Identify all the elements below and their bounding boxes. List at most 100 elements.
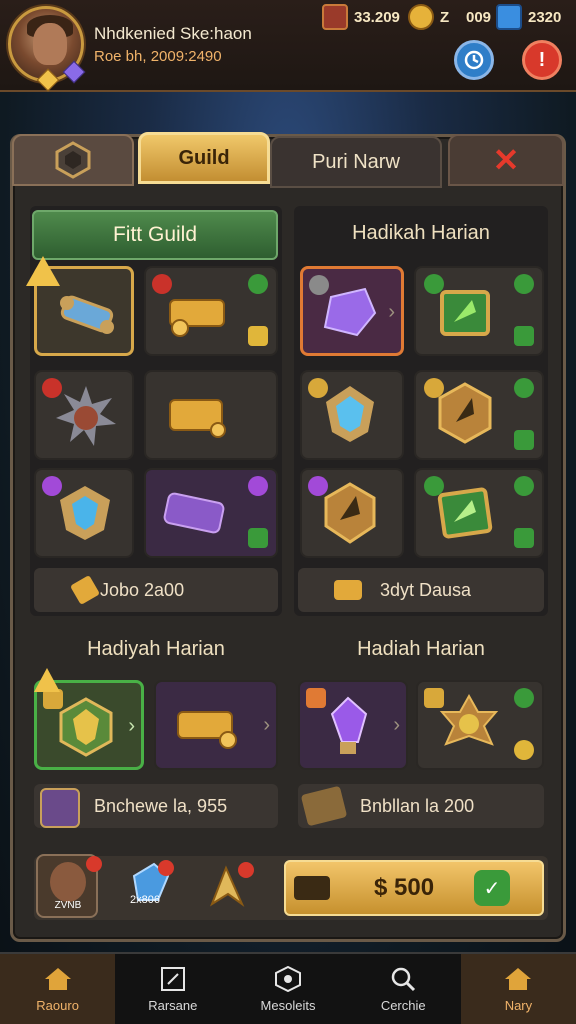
tab-guild[interactable]: Guild — [138, 132, 270, 184]
scroll-bundle-icon — [300, 785, 348, 827]
reward-slot-blue-amulet[interactable] — [300, 370, 404, 460]
reward-slot-emerald[interactable] — [414, 266, 544, 356]
emerald-frame-icon — [440, 290, 490, 336]
nav-mesoleits-label: Mesoleits — [260, 997, 316, 1013]
gift-slot-violet-crystal[interactable]: › — [298, 680, 408, 770]
nav-home[interactable]: Raouro — [0, 954, 116, 1024]
search-icon — [391, 967, 416, 991]
nav-cerchie[interactable]: Cerchie — [346, 954, 461, 1024]
chevron-right-icon: › — [128, 715, 135, 737]
red-badge-icon — [152, 274, 172, 294]
gold-badge-icon — [424, 378, 444, 398]
purple-badge-icon — [42, 476, 62, 496]
player-subtitle: Roe bh, 2009:2490 — [94, 48, 222, 65]
nav-mesoleits[interactable]: Mesoleits — [230, 954, 345, 1024]
green-badge-icon — [514, 378, 534, 398]
sun-medal-icon — [439, 693, 499, 746]
clock-icon — [464, 50, 484, 70]
close-icon: ✕ — [492, 142, 520, 178]
confirm-check-icon: ✓ — [474, 870, 511, 906]
alert-icon: ! — [538, 48, 546, 71]
gem-bundle[interactable]: 2x806 — [124, 860, 190, 916]
gold-badge-icon — [43, 689, 63, 709]
nav-cerchie-label: Cerchie — [380, 997, 426, 1013]
gold-bar-small-icon — [334, 580, 362, 600]
bottom-nav: Raouro Rarsane Mesoleits Cerchie Nary — [0, 952, 576, 1024]
nav-rarsane[interactable]: Rarsane — [115, 954, 230, 1024]
daily-total-bar: 3dyt Dausa — [298, 568, 544, 612]
member-reward-text: Bnchewe la, 955 — [94, 795, 228, 816]
reward-slot-bronze-shield[interactable] — [300, 468, 404, 558]
reward-slot-blue-gem[interactable] — [34, 468, 134, 558]
reward-slot-purple-chest[interactable] — [144, 468, 278, 558]
nav-nary[interactable]: Nary — [460, 954, 576, 1024]
alert-button[interactable]: ! — [522, 40, 562, 80]
blue-gem-icon — [496, 4, 522, 30]
purple-badge-icon — [248, 476, 268, 496]
chevron-right-icon: › — [393, 714, 400, 736]
green-badge-icon — [514, 476, 534, 496]
reward-slot-treasure[interactable] — [144, 370, 278, 460]
reward-slot-green-frame[interactable] — [414, 468, 544, 558]
scroll-small-icon — [69, 574, 101, 606]
chevron-right-icon: › — [388, 301, 395, 323]
reward-slot-spiked[interactable] — [34, 370, 134, 460]
clock-button[interactable] — [454, 40, 494, 80]
gold-badge-icon — [308, 378, 328, 398]
avatar-face — [33, 23, 67, 65]
green-badge-icon — [424, 274, 444, 294]
home-icon — [44, 967, 71, 990]
resource-count-value: 009 — [466, 8, 492, 26]
nav-nary-label: Nary — [504, 997, 533, 1013]
tab-puri-narw[interactable]: Puri Narw — [270, 136, 442, 188]
spiked-mace-icon — [56, 386, 116, 446]
purple-chest-icon — [163, 492, 225, 534]
gold-badge-icon — [424, 688, 444, 708]
resource-coin: Z — [408, 4, 449, 30]
arrow-notify-icon — [238, 862, 254, 878]
scroll-icon — [60, 295, 114, 334]
ruby-icon — [322, 4, 348, 30]
gold-coin-icon — [408, 4, 434, 30]
hero-notify-icon — [86, 856, 102, 872]
resource-ruby: 33.209 — [322, 4, 400, 30]
resource-gem-value: 2320 — [528, 8, 562, 26]
nav-home-label: Raouro — [36, 997, 79, 1013]
member-reward-bar[interactable]: Bnchewe la, 955 — [34, 784, 278, 828]
green-badge-icon — [514, 688, 534, 708]
close-tab-button[interactable]: ✕ — [448, 134, 564, 186]
check-badge-icon — [514, 528, 534, 548]
daily-gift-title-right: Hadiah Harian — [357, 638, 485, 660]
green-badge-icon — [424, 476, 444, 496]
member-avatar-icon — [40, 788, 80, 828]
gift-slot-sun-medal[interactable] — [416, 680, 544, 770]
edit-icon — [160, 966, 185, 991]
guild-title: Fitt Guild — [112, 223, 198, 246]
guild-total-bar: Jobo 2a00 — [34, 568, 278, 612]
purple-crystal-icon — [323, 287, 377, 337]
resource-gem: 2320 — [496, 4, 561, 30]
guild-title-banner: Fitt Guild — [32, 210, 278, 260]
daily-total-text: 3dyt Dausa — [380, 579, 472, 600]
home-icon — [505, 967, 532, 990]
gold-bars-icon — [169, 299, 225, 337]
gem-notify-icon — [158, 860, 174, 876]
reward-slot-gold[interactable] — [144, 266, 278, 356]
orange-badge-icon — [306, 688, 326, 708]
bronze-shield-icon — [324, 482, 376, 544]
treasure-chest-icon — [169, 399, 226, 438]
hex-icon — [275, 965, 301, 992]
daily-rewards-title: Hadikah Harian — [352, 222, 490, 244]
green-badge-icon — [248, 274, 268, 294]
gift-slot-emerald[interactable]: › — [34, 680, 144, 770]
blue-gem-amulet-icon — [60, 486, 110, 540]
reward-slot-gold-emblem[interactable] — [414, 370, 544, 460]
scroll-reward-text: Bnbllan la 200 — [360, 795, 475, 816]
check-badge-icon — [514, 326, 534, 346]
purchase-button[interactable]: $ 500 ✓ — [284, 860, 544, 916]
tab-emblem[interactable] — [12, 134, 134, 186]
check-badge-icon — [514, 430, 534, 450]
reward-slot-crystal[interactable]: › — [300, 266, 404, 356]
scroll-reward-bar[interactable]: Bnbllan la 200 — [298, 784, 544, 828]
gift-slot-gold[interactable]: › — [154, 680, 278, 770]
